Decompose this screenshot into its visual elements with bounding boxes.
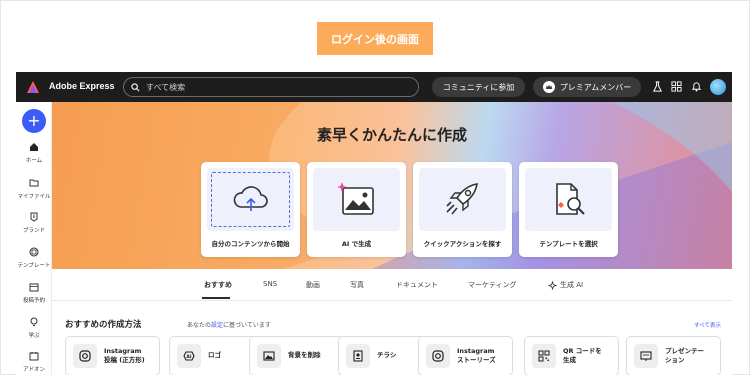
caption-banner: ログイン後の画面 bbox=[317, 22, 433, 55]
premium-member-label: プレミアムメンバー bbox=[559, 82, 632, 92]
bell-icon[interactable] bbox=[691, 81, 702, 92]
tab-document[interactable]: ドキュメント bbox=[396, 280, 438, 290]
sidebar-item-label: 投稿予約 bbox=[22, 298, 45, 304]
card-label: テンプレートを選択 bbox=[539, 240, 598, 248]
sidebar-item-label: アドオン bbox=[22, 367, 45, 373]
subtitle-prefix: あなたの bbox=[187, 322, 212, 329]
apps-grid-icon[interactable] bbox=[671, 81, 682, 92]
svg-text:AI: AI bbox=[186, 354, 191, 360]
active-tab-indicator bbox=[202, 297, 230, 299]
avatar[interactable] bbox=[710, 79, 726, 95]
rec-label: Instagram ストーリーズ bbox=[457, 347, 496, 364]
remove-bg-icon bbox=[257, 344, 281, 368]
tab-label: 生成 AI bbox=[560, 281, 584, 289]
rec-label: 背景を削除 bbox=[288, 351, 321, 359]
qr-code-icon bbox=[532, 344, 556, 368]
template-search-icon bbox=[555, 182, 585, 215]
sparkle-icon bbox=[548, 280, 557, 290]
search-icon bbox=[131, 82, 140, 91]
category-tabs: おすすめ SNS 動画 写真 ドキュメント マーケティング 生成 AI bbox=[52, 269, 732, 301]
card-label: クイックアクションを探す bbox=[423, 240, 502, 248]
card-thumbnail bbox=[525, 168, 612, 231]
card-thumbnail bbox=[419, 168, 506, 231]
sidebar-item-label: ブランド bbox=[22, 228, 45, 234]
instagram-icon bbox=[426, 344, 450, 368]
lightbulb-icon bbox=[30, 317, 38, 326]
calendar-icon bbox=[29, 283, 39, 292]
instagram-icon bbox=[73, 344, 97, 368]
sidebar-item-schedule[interactable]: 投稿予約 bbox=[16, 282, 52, 304]
search-input[interactable]: すべて検索 bbox=[123, 77, 419, 97]
sidebar-item-label: テンプレート bbox=[17, 263, 51, 269]
join-community-label: コミュニティに参加 bbox=[442, 82, 515, 92]
sidebar-item-addons[interactable]: アドオン bbox=[16, 351, 52, 373]
see-all-link[interactable]: すべて表示 bbox=[694, 321, 721, 329]
subtitle-suffix: に基づいています bbox=[223, 322, 271, 329]
folder-icon bbox=[29, 179, 39, 187]
sidebar-item-learn[interactable]: 学ぶ bbox=[16, 317, 52, 339]
cloud-upload-icon bbox=[233, 185, 268, 211]
rec-qr-code[interactable]: QR コードを 生成 bbox=[524, 336, 619, 375]
labs-icon[interactable] bbox=[652, 81, 663, 92]
tab-video[interactable]: 動画 bbox=[306, 280, 320, 290]
tab-marketing[interactable]: マーケティング bbox=[468, 280, 516, 290]
choose-template-card[interactable]: テンプレートを選択 bbox=[519, 162, 618, 257]
sidebar-item-label: 学ぶ bbox=[28, 333, 40, 339]
card-thumbnail bbox=[313, 168, 400, 231]
card-label: 自分のコンテンツから開始 bbox=[211, 240, 290, 248]
home-icon bbox=[30, 143, 38, 151]
svg-text:B: B bbox=[33, 214, 36, 219]
left-sidebar: + ホーム マイファイル B ブランド テンプレート 投稿予約 学ぶ アドオン bbox=[16, 102, 52, 375]
settings-link[interactable]: 設定 bbox=[211, 322, 223, 329]
app-name: Adobe Express bbox=[49, 81, 115, 91]
create-new-button[interactable]: + bbox=[22, 109, 46, 133]
recommended-subtitle: あなたの設定に基づいています bbox=[187, 320, 271, 329]
addon-icon bbox=[29, 352, 39, 361]
rec-label: Instagram 投稿 (正方形) bbox=[104, 347, 145, 364]
join-community-button[interactable]: コミュニティに参加 bbox=[432, 77, 525, 97]
brand-icon: B bbox=[30, 212, 38, 222]
sidebar-item-label: ホーム bbox=[25, 158, 43, 164]
premium-member-button[interactable]: プレミアムメンバー bbox=[533, 77, 641, 97]
plus-icon: + bbox=[27, 111, 41, 130]
adobe-express-logo[interactable] bbox=[26, 80, 40, 94]
start-from-content-card[interactable]: 自分のコンテンツから開始 bbox=[201, 162, 300, 257]
rec-presentation[interactable]: プレゼンテー ション bbox=[626, 336, 721, 375]
search-placeholder: すべて検索 bbox=[146, 82, 186, 92]
hero-banner: 素早くかんたんに作成 自分のコンテンツから開始 AI で生成 クイックアクション… bbox=[52, 102, 732, 269]
card-label: AI で生成 bbox=[341, 240, 372, 248]
sidebar-item-brand[interactable]: B ブランド bbox=[16, 212, 52, 234]
logo-ai-icon: AI bbox=[177, 344, 201, 368]
rec-instagram-post[interactable]: Instagram 投稿 (正方形) bbox=[65, 336, 160, 375]
tab-recommended[interactable]: おすすめ bbox=[204, 280, 232, 290]
sidebar-item-templates[interactable]: テンプレート bbox=[16, 247, 52, 269]
rec-remove-background[interactable]: 背景を削除 bbox=[249, 336, 344, 375]
rec-label: プレゼンテー ション bbox=[665, 347, 704, 364]
tab-photo[interactable]: 写真 bbox=[350, 280, 364, 290]
flyer-icon bbox=[346, 344, 370, 368]
presentation-icon bbox=[634, 344, 658, 368]
sidebar-item-label: マイファイル bbox=[17, 194, 51, 200]
sidebar-item-my-files[interactable]: マイファイル bbox=[16, 178, 52, 200]
tab-sns[interactable]: SNS bbox=[263, 280, 277, 288]
ai-image-icon bbox=[336, 181, 374, 215]
rec-instagram-stories[interactable]: Instagram ストーリーズ bbox=[418, 336, 513, 375]
rec-label: QR コードを 生成 bbox=[563, 347, 602, 364]
rocket-icon bbox=[445, 182, 478, 215]
generate-with-ai-card[interactable]: AI で生成 bbox=[307, 162, 406, 257]
crown-icon bbox=[542, 81, 555, 93]
template-icon bbox=[29, 247, 39, 257]
top-bar: Adobe Express すべて検索 コミュニティに参加 プレミアムメンバー bbox=[16, 72, 732, 102]
recommended-title: おすすめの作成方法 bbox=[65, 320, 142, 330]
quick-actions-card[interactable]: クイックアクションを探す bbox=[413, 162, 512, 257]
card-thumbnail bbox=[207, 168, 294, 231]
sidebar-item-home[interactable]: ホーム bbox=[16, 142, 52, 164]
app-window: Adobe Express すべて検索 コミュニティに参加 プレミアムメンバー bbox=[16, 72, 732, 375]
tab-generative-ai[interactable]: 生成 AI bbox=[548, 280, 583, 290]
hero-title: 素早くかんたんに作成 bbox=[316, 126, 467, 144]
